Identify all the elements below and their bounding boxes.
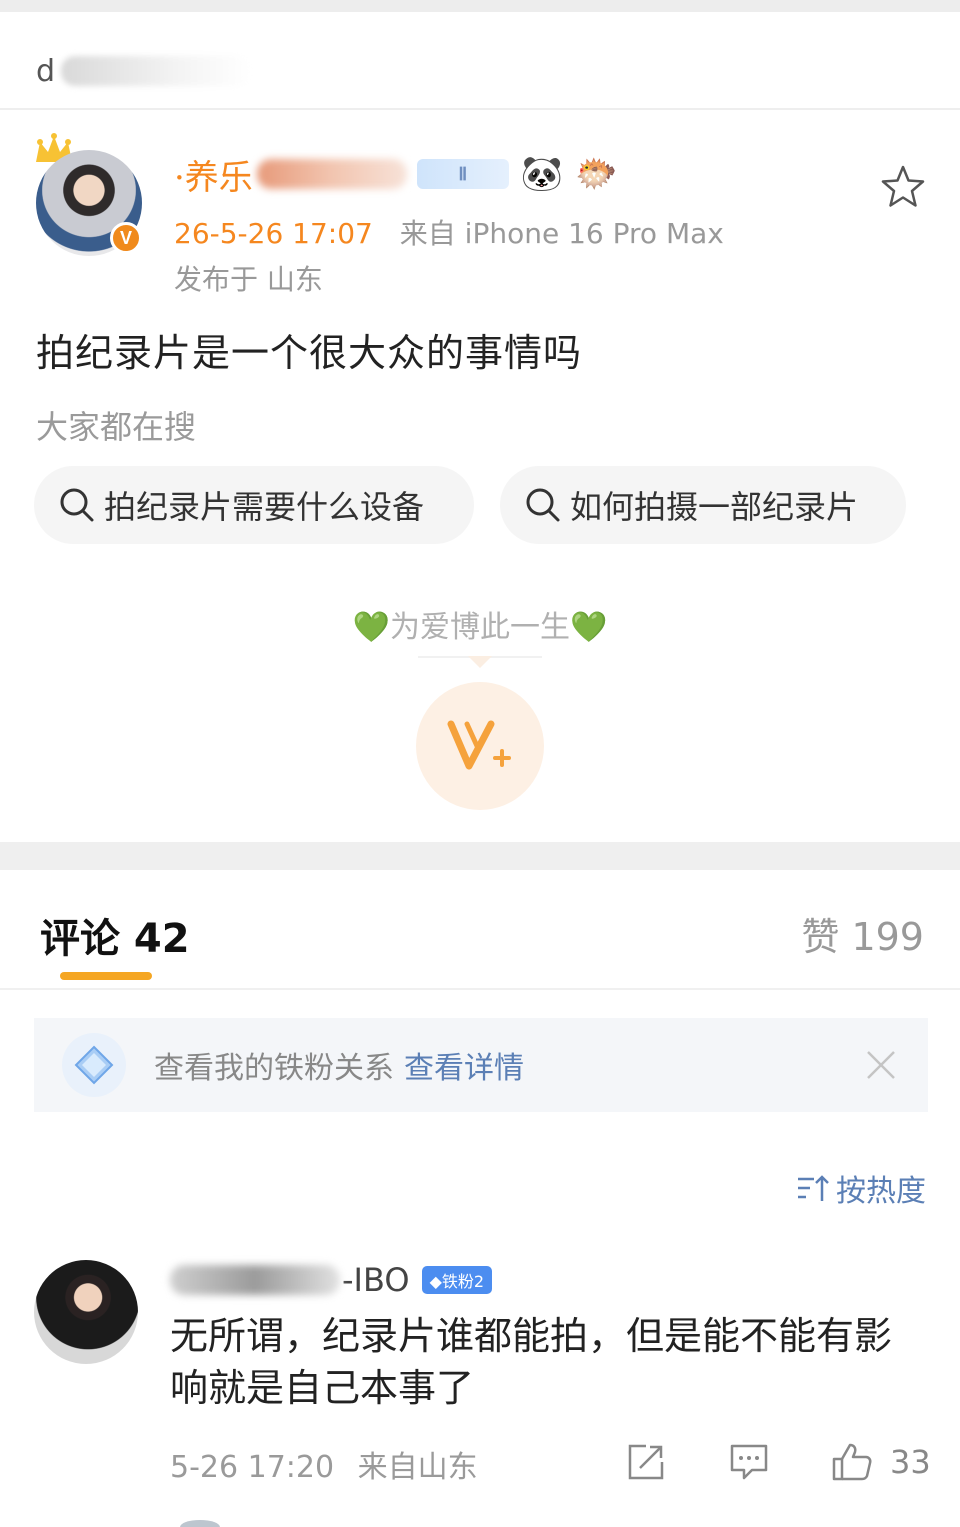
comment-like-button[interactable]: 33 (830, 1440, 931, 1484)
comment-share-button[interactable] (626, 1440, 666, 1484)
pointer-triangle (468, 656, 492, 668)
tabs-divider (0, 988, 960, 990)
search-chip-label: 拍纪录片需要什么设备 (104, 488, 425, 526)
comment-text: 无所谓，纪录片谁都能拍，但是能不能有影响就是自己本事了 (170, 1314, 893, 1410)
commenter-name-row[interactable]: -IBO ◆铁粉2 (170, 1258, 493, 1302)
page-title-fragment: d (36, 53, 56, 89)
comment-meta: 5-26 17:20 来自山东 (170, 1442, 478, 1486)
blurred-page-title: d (36, 52, 252, 90)
v-plus-button[interactable] (416, 682, 544, 810)
tab-comments[interactable]: 评论 42 (40, 906, 190, 964)
comment-time: 5-26 17:20 (170, 1450, 335, 1485)
sort-label: 按热度 (836, 1174, 926, 1209)
verified-badge-icon: V (110, 222, 142, 254)
author-username[interactable]: ·养乐 (174, 150, 253, 199)
next-comment-avatar-edge (180, 1520, 220, 1527)
search-icon (526, 488, 560, 522)
fan-relationship-banner[interactable]: 查看我的铁粉关系 查看详情 (34, 1018, 928, 1112)
blurred-title-mask (61, 56, 252, 86)
search-chip-label: 如何拍摄一部纪录片 (570, 488, 859, 526)
fan-banner-text: 查看我的铁粉关系 (154, 1051, 394, 1086)
blurred-username-mask (256, 159, 407, 189)
reply-icon (730, 1444, 768, 1480)
commenter-username[interactable]: -IBO (342, 1261, 410, 1299)
post-body-text: 拍纪录片是一个很大众的事情吗 (36, 331, 583, 375)
comment-reply-button[interactable] (728, 1440, 770, 1484)
thumb-up-icon (832, 1443, 872, 1481)
search-chip-how-to-shoot[interactable]: 如何拍摄一部纪录片 (500, 466, 906, 544)
search-icon (60, 488, 94, 522)
comment-like-count: 33 (890, 1443, 931, 1481)
status-strip (0, 0, 960, 12)
section-separator (0, 842, 960, 870)
post-time: 26-5-26 17:07 (174, 217, 373, 250)
author-name-row[interactable]: ·养乐 Ⅱ 🐼 🐡 (174, 150, 618, 199)
close-icon[interactable] (864, 1048, 898, 1082)
v-plus-icon (447, 720, 511, 770)
fan-banner-details-link[interactable]: 查看详情 (404, 1043, 524, 1087)
iron-fan-badge: ◆铁粉2 (421, 1266, 493, 1294)
post-source: 来自 iPhone 16 Pro Max (399, 217, 724, 250)
panda-emoji-icon: 🐼 (520, 154, 564, 194)
tab-likes[interactable]: 赞 199 (801, 906, 924, 961)
author-slogan: 💚为爱博此一生💚 (352, 610, 608, 645)
pufferfish-emoji-icon: 🐡 (575, 154, 618, 194)
commenter-avatar[interactable] (34, 1260, 138, 1364)
post-meta: 26-5-26 17:07 来自 iPhone 16 Pro Max (174, 212, 724, 252)
level-tag: Ⅱ (416, 159, 509, 189)
share-icon (628, 1444, 664, 1480)
blurred-commenter-name-mask (170, 1265, 340, 1295)
tab-active-indicator (60, 972, 152, 980)
comment-source: 来自山东 (357, 1450, 478, 1485)
sort-by-heat-button[interactable]: 按热度 (796, 1166, 926, 1210)
top-navigation-bar: d (0, 12, 960, 110)
author-avatar-container[interactable]: V (30, 128, 150, 258)
diamond-icon (62, 1033, 126, 1097)
sort-icon (798, 1175, 829, 1201)
everyone-searching-label: 大家都在搜 (36, 408, 197, 446)
search-chip-equipment[interactable]: 拍纪录片需要什么设备 (34, 466, 474, 544)
post-location: 发布于 山东 (174, 263, 323, 296)
star-icon[interactable] (878, 162, 928, 212)
